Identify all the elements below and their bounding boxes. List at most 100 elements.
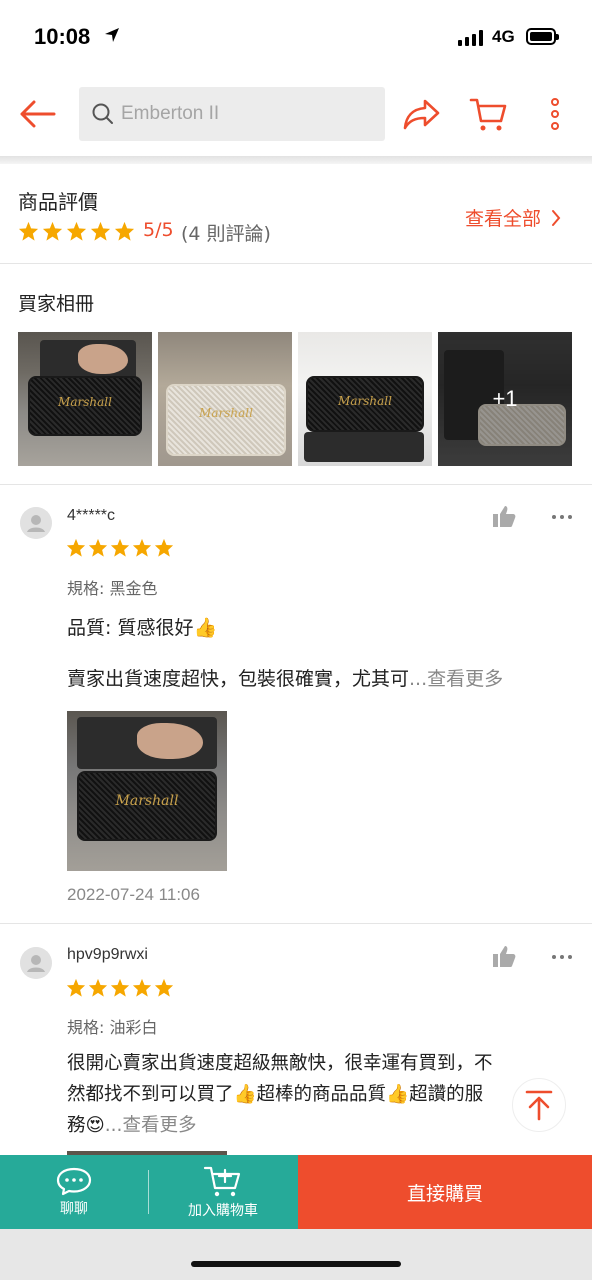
see-more-link[interactable]: ...查看更多 xyxy=(409,668,503,690)
star-icon xyxy=(154,978,174,997)
location-arrow-icon xyxy=(105,28,119,42)
box-shape xyxy=(304,432,424,462)
battery-icon xyxy=(526,28,559,45)
signal-icon xyxy=(458,30,483,46)
more-vertical-icon xyxy=(551,98,559,130)
thumbs-up-icon[interactable] xyxy=(491,504,517,530)
review-item: hpv9p9rwxi 規格: 油彩白 很開心賣家出貨速度超級無敵快，很幸運有買到… xyxy=(0,925,592,1157)
star-icon xyxy=(132,538,152,557)
star-icon xyxy=(66,538,86,557)
brand-logo: Marshall xyxy=(338,393,392,408)
review-body-line: 務😍 xyxy=(67,1115,105,1136)
search-input[interactable] xyxy=(121,103,361,125)
add-to-cart-button[interactable]: 加入購物車 xyxy=(148,1155,298,1229)
home-indicator[interactable] xyxy=(191,1261,401,1267)
more-horizontal-icon[interactable] xyxy=(551,952,573,962)
see-more-link[interactable]: ...查看更多 xyxy=(105,1115,197,1136)
cart-icon xyxy=(469,98,507,131)
share-icon xyxy=(403,99,440,130)
review-stars xyxy=(66,978,174,997)
speaker-image: Marshall xyxy=(77,771,217,841)
review-text: 很開心賣家出貨速度超級無敵快，很幸運有買到，不 然都找不到可以買了👍超棒的商品品… xyxy=(67,1048,577,1141)
star-icon xyxy=(110,538,130,557)
review-summary: 商品評價 5/5 (4 則評論) 查看全部 xyxy=(0,164,592,264)
bottom-action-bar: 聊聊 加入購物車 直接購買 xyxy=(0,1155,592,1229)
hand-shape xyxy=(78,344,128,374)
more-photos-count: +1 xyxy=(438,332,572,466)
review-count: (4 則評論) xyxy=(181,223,271,245)
summary-stars xyxy=(18,221,135,241)
thumbs-up-icon[interactable] xyxy=(491,944,517,970)
review-body: 賣家出貨速度超快，包裝很確實，尤其可 xyxy=(67,668,410,690)
chevron-right-icon xyxy=(552,209,561,226)
review-text: 賣家出貨速度超快，包裝很確實，尤其可...查看更多 xyxy=(67,664,503,695)
speaker-image: Marshall xyxy=(166,384,286,456)
network-type: 4G xyxy=(492,27,515,46)
star-icon xyxy=(88,538,108,557)
album-photos: Marshall Marshall Marshall +1 xyxy=(18,332,572,466)
star-icon xyxy=(66,978,86,997)
user-avatar-icon xyxy=(20,507,52,539)
buyer-album: 買家相冊 Marshall Marshall Marshall +1 xyxy=(0,265,592,485)
star-icon xyxy=(18,221,39,241)
review-photo[interactable]: Marshall xyxy=(67,711,227,871)
more-options-button[interactable] xyxy=(544,96,566,132)
avatar xyxy=(20,947,52,979)
back-button[interactable] xyxy=(16,94,58,134)
brand-logo: Marshall xyxy=(115,792,179,809)
search-bar[interactable] xyxy=(79,87,385,141)
home-indicator-area xyxy=(0,1229,592,1280)
buy-now-button[interactable]: 直接購買 xyxy=(298,1155,592,1229)
search-icon xyxy=(92,103,113,124)
star-icon xyxy=(110,978,130,997)
variant-spec: 規格: 黑金色 xyxy=(67,579,158,598)
header-divider xyxy=(0,156,592,164)
star-icon xyxy=(154,538,174,557)
speaker-image: Marshall xyxy=(306,376,424,432)
avatar xyxy=(20,507,52,539)
user-avatar-icon xyxy=(20,947,52,979)
album-photo-more[interactable]: +1 xyxy=(438,332,572,466)
review-stars xyxy=(66,538,174,557)
review-body-line: 很開心賣家出貨速度超級無敵快，很幸運有買到，不 xyxy=(67,1053,493,1074)
rating-value: 5/5 xyxy=(143,219,174,241)
review-item: 4*****c 規格: 黑金色 品質: 質感很好👍 賣家出貨速度超快，包裝很確實… xyxy=(0,486,592,924)
buy-now-label: 直接購買 xyxy=(406,1182,483,1205)
reviewer-name: hpv9p9rwxi xyxy=(67,946,148,963)
status-bar: 10:08 4G xyxy=(0,0,592,76)
star-icon xyxy=(66,221,87,241)
brand-logo: Marshall xyxy=(199,406,253,421)
add-to-cart-label: 加入購物車 xyxy=(188,1203,258,1219)
album-photo[interactable]: Marshall xyxy=(158,332,292,466)
album-photo[interactable]: Marshall xyxy=(18,332,152,466)
speaker-image: Marshall xyxy=(28,376,142,436)
share-button[interactable] xyxy=(402,96,442,132)
hand-shape xyxy=(137,723,203,759)
chat-icon xyxy=(56,1167,92,1196)
cart-button[interactable] xyxy=(468,94,508,134)
album-photo[interactable]: Marshall xyxy=(298,332,432,466)
star-icon xyxy=(114,221,135,241)
album-title: 買家相冊 xyxy=(18,293,95,315)
more-horizontal-icon[interactable] xyxy=(551,512,573,522)
brand-logo: Marshall xyxy=(58,394,112,409)
review-body-line: 然都找不到可以買了👍超棒的商品品質👍超讚的服 xyxy=(67,1084,484,1105)
add-cart-icon xyxy=(203,1166,241,1197)
review-quality: 品質: 質感很好👍 xyxy=(67,617,218,639)
star-icon xyxy=(132,978,152,997)
bar-divider xyxy=(148,1170,149,1214)
status-time: 10:08 xyxy=(34,24,91,49)
section-title: 商品評價 xyxy=(18,190,98,214)
scroll-to-top-button[interactable] xyxy=(512,1078,566,1132)
variant-spec: 規格: 油彩白 xyxy=(67,1018,158,1037)
chat-label: 聊聊 xyxy=(60,1201,88,1217)
back-arrow-icon xyxy=(20,100,56,128)
see-all-link[interactable]: 查看全部 xyxy=(465,204,561,231)
star-icon xyxy=(90,221,111,241)
reviewer-name: 4*****c xyxy=(67,507,116,524)
chat-button[interactable]: 聊聊 xyxy=(0,1155,148,1229)
star-icon xyxy=(88,978,108,997)
top-nav xyxy=(0,76,592,158)
star-icon xyxy=(42,221,63,241)
arrow-up-icon xyxy=(525,1090,553,1121)
